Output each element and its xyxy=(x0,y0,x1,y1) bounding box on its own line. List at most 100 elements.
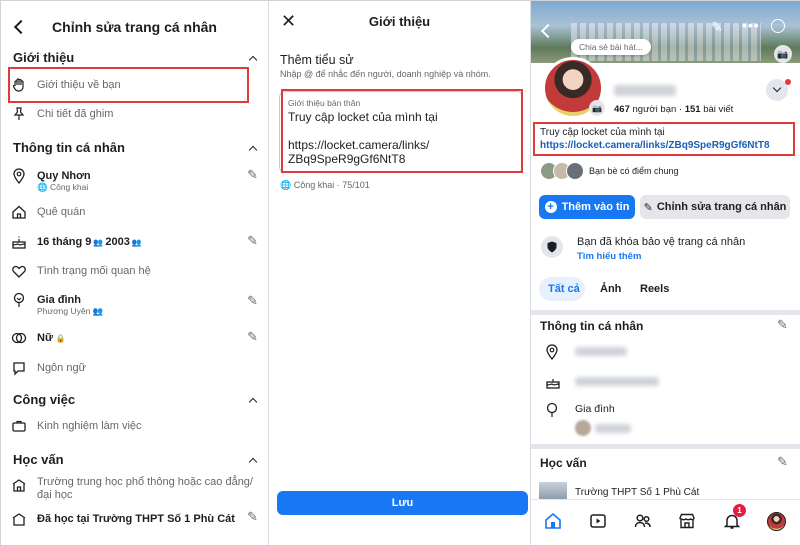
cake-icon xyxy=(11,234,27,250)
collapse-icon[interactable] xyxy=(248,55,258,65)
save-button[interactable]: Lưu xyxy=(277,491,528,515)
mutual-friend-avatar xyxy=(566,162,584,180)
school-type-item[interactable]: Trường trung học phổ thông hoặc cao đẳng… xyxy=(11,476,256,502)
divider xyxy=(531,310,800,315)
home-icon xyxy=(11,204,27,220)
family-member-blurred xyxy=(595,424,631,433)
cover-camera-icon[interactable]: 📷 xyxy=(774,45,792,63)
speech-bubble-icon xyxy=(11,360,27,376)
pin-icon xyxy=(11,106,27,122)
bio-hint: Nhập @ để nhắc đến người, doanh nghiệp v… xyxy=(280,69,491,79)
birthday-blurred xyxy=(575,377,659,386)
tab-all[interactable]: Tất cả xyxy=(548,283,580,295)
add-story-button[interactable]: + Thêm vào tin xyxy=(539,195,635,219)
add-story-label: Thêm vào tin xyxy=(561,201,630,213)
attended-school-item[interactable]: Đã học tại Trường THPT Số 1 Phù Cát xyxy=(11,508,258,530)
relationship-label: Tình trạng mối quan hệ xyxy=(37,265,151,277)
school-icon xyxy=(11,477,27,493)
shield-icon xyxy=(541,236,563,258)
nav-avatar xyxy=(766,511,786,531)
search-icon[interactable] xyxy=(771,19,785,33)
school-type-label: Trường trung học phổ thông hoặc cao đẳng… xyxy=(37,476,253,501)
family-label: Gia đình xyxy=(37,294,81,306)
edit-city-pencil-icon[interactable]: ✎ xyxy=(247,167,258,183)
profile-stats: 467 người bạn · 151 bài viết xyxy=(614,104,734,115)
profile-name-blurred xyxy=(614,85,676,96)
pencil-icon: ✎ xyxy=(643,201,653,214)
section-work-title: Công việc xyxy=(13,392,76,407)
section-intro-title: Giới thiệu xyxy=(13,50,75,65)
city-label: Quy Nhơn xyxy=(37,170,91,182)
relationship-item[interactable]: Tình trạng mối quan hệ xyxy=(11,260,258,282)
edit-birthday-pencil-icon[interactable]: ✎ xyxy=(247,233,258,249)
collapse-icon[interactable] xyxy=(248,145,258,155)
school-thumbnail xyxy=(539,482,567,500)
pinned-details-item[interactable]: Chi tiết đã ghim xyxy=(11,103,258,125)
tab-reels[interactable]: Reels xyxy=(640,283,669,295)
school-name: Trường THPT Số 1 Phù Cát xyxy=(575,487,700,498)
collapse-icon[interactable] xyxy=(248,457,258,467)
share-song-bubble[interactable]: Chia sẻ bài hát... xyxy=(571,39,651,55)
birthday-item[interactable]: 16 tháng 9 👥 2003 👥 xyxy=(11,231,258,253)
section-personal-title: Thông tin cá nhân xyxy=(540,319,644,333)
pinned-details-label: Chi tiết đã ghim xyxy=(37,108,114,120)
plus-icon: + xyxy=(544,201,557,213)
family-tree-icon xyxy=(11,292,27,308)
more-icon[interactable]: ••• xyxy=(742,17,760,33)
city-blurred xyxy=(575,347,627,356)
section-edu-title: Học vấn xyxy=(540,456,587,470)
collapse-icon[interactable] xyxy=(248,397,258,407)
hometown-label: Quê quán xyxy=(37,206,86,218)
language-item[interactable]: Ngôn ngữ xyxy=(11,357,258,379)
hometown-item[interactable]: Quê quán xyxy=(11,201,258,223)
edit-edu-pencil-icon[interactable]: ✎ xyxy=(777,454,788,470)
posts-count: 151 xyxy=(684,104,701,115)
heart-icon xyxy=(11,263,27,279)
school-icon xyxy=(11,511,27,527)
divider xyxy=(531,444,800,449)
profile-lock-text: Bạn đã khóa bảo vệ trang cá nhân xyxy=(577,236,746,248)
video-icon[interactable] xyxy=(588,511,608,531)
city-privacy-text: Công khai xyxy=(49,182,89,192)
home-icon[interactable] xyxy=(543,511,563,531)
mutual-friends-row[interactable]: Bạn bè có điểm chung xyxy=(540,162,679,180)
privacy-counter-text: Công khai · 75/101 xyxy=(293,180,370,190)
briefcase-icon xyxy=(11,418,27,434)
edit-pencil-icon[interactable]: ✎ xyxy=(711,19,723,36)
highlight-box xyxy=(533,122,795,156)
bottom-nav xyxy=(531,499,800,545)
location-icon xyxy=(545,344,559,365)
edit-family-pencil-icon[interactable]: ✎ xyxy=(247,293,258,309)
mutual-friends-label: Bạn bè có điểm chung xyxy=(589,166,679,176)
edit-profile-button[interactable]: ✎ Chỉnh sửa trang cá nhân xyxy=(640,195,790,219)
avatar-camera-icon[interactable]: 📷 xyxy=(589,100,605,116)
friends-privacy-icon: 👥 xyxy=(93,237,104,247)
gender-label: Nữ xyxy=(37,332,53,344)
edit-personal-pencil-icon[interactable]: ✎ xyxy=(777,317,788,333)
friends-icon[interactable] xyxy=(633,511,653,531)
screenshot-frame: Chỉnh sửa trang cá nhân Giới thiệu Giới … xyxy=(0,0,800,546)
tab-photos[interactable]: Ảnh xyxy=(600,283,621,295)
work-experience-label: Kinh nghiệm làm việc xyxy=(37,420,142,432)
edit-school-pencil-icon[interactable]: ✎ xyxy=(247,509,258,525)
birthday-label: 16 tháng 9 xyxy=(37,236,92,248)
profile-preview-panel: ✎ ••• 📷 📷 Chia sẻ bài hát... 467 người b… xyxy=(531,1,800,545)
family-member: Phương Uyên 👥 xyxy=(37,306,104,316)
friends-count: 467 xyxy=(614,104,630,115)
notification-dot xyxy=(785,79,791,85)
work-experience-item[interactable]: Kinh nghiệm làm việc xyxy=(11,415,258,437)
marketplace-icon[interactable] xyxy=(677,511,697,531)
learn-more-link[interactable]: Tìm hiểu thêm xyxy=(577,251,641,262)
dialog-title: Giới thiệu xyxy=(368,14,431,29)
bio-heading: Thêm tiểu sử xyxy=(280,53,354,67)
highlight-box xyxy=(8,67,249,103)
attended-school-label: Đã học tại Trường THPT Số 1 Phù Cát xyxy=(37,513,235,525)
edit-profile-label: Chỉnh sửa trang cá nhân xyxy=(656,201,787,213)
family-member-name: Phương Uyên xyxy=(37,306,91,316)
profile-avatar-icon[interactable] xyxy=(766,511,786,531)
edit-gender-pencil-icon[interactable]: ✎ xyxy=(247,329,258,345)
gender-item[interactable]: Nữ 🔒 xyxy=(11,327,258,349)
cake-icon xyxy=(545,374,561,395)
highlight-box xyxy=(281,89,523,173)
language-label: Ngôn ngữ xyxy=(37,362,86,374)
